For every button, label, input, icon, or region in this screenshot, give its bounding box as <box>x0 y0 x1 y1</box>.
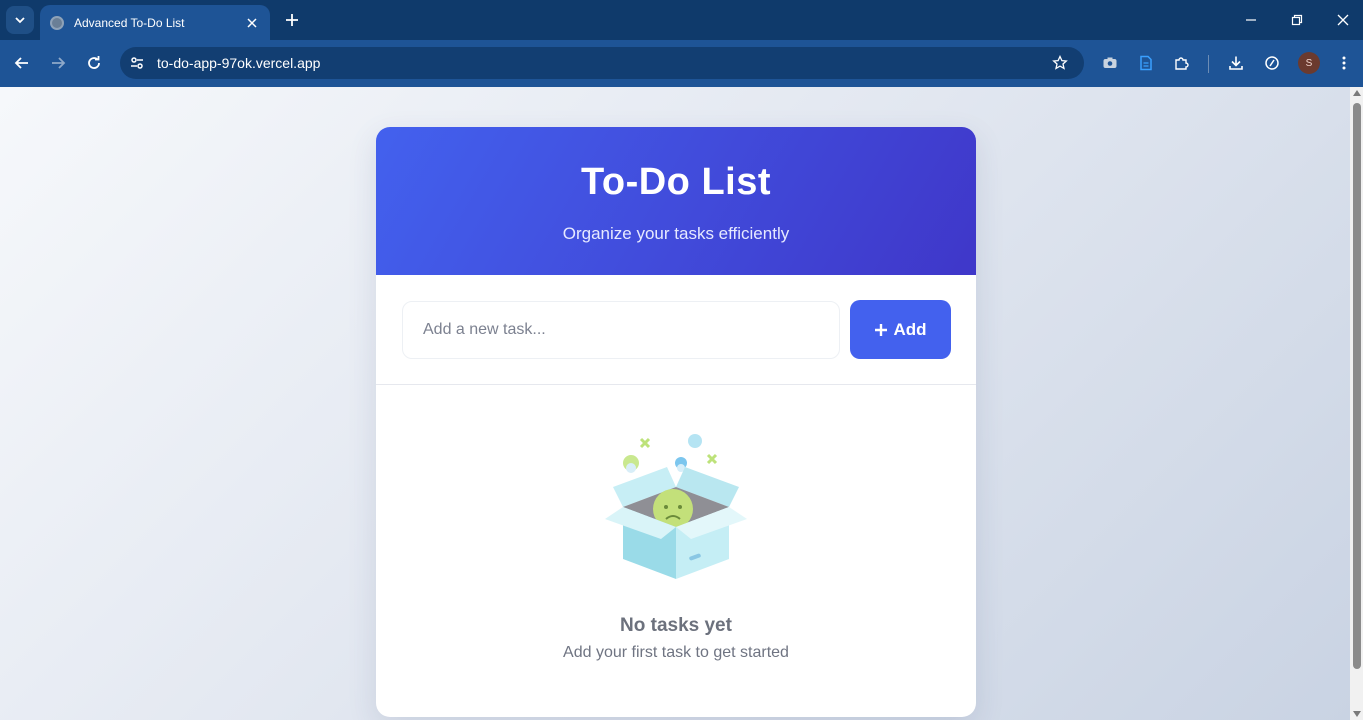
minimize-icon <box>1246 19 1256 21</box>
extensions-button[interactable] <box>1169 50 1195 76</box>
scroll-thumb[interactable] <box>1353 103 1361 669</box>
add-button-label: Add <box>893 319 927 339</box>
forward-button[interactable] <box>45 50 71 76</box>
todo-card: To-Do List Organize your tasks efficient… <box>376 127 976 717</box>
arrow-right-icon <box>52 57 66 69</box>
scroll-down-arrow[interactable] <box>1353 711 1361 717</box>
page-subtitle: Organize your tasks efficiently <box>562 224 790 243</box>
tune-icon <box>131 57 143 69</box>
empty-state-title: No tasks yet <box>620 615 732 636</box>
downloads-button[interactable] <box>1223 50 1249 76</box>
extension-camera-button[interactable] <box>1097 50 1123 76</box>
document-icon <box>1140 55 1152 71</box>
empty-box-illustration <box>605 434 747 579</box>
page-scrollbar[interactable] <box>1350 87 1363 720</box>
camera-icon <box>1103 57 1117 68</box>
restore-icon <box>1291 14 1303 26</box>
close-icon <box>1337 14 1349 26</box>
reload-button[interactable] <box>81 50 107 76</box>
more-vert-icon <box>1342 56 1346 70</box>
tab-title: Advanced To-Do List <box>74 15 185 30</box>
browser-menu-button[interactable] <box>1331 50 1357 76</box>
empty-state-text: Add your first task to get started <box>563 644 789 661</box>
minimize-button[interactable] <box>1236 6 1266 34</box>
add-task-button[interactable]: Add <box>850 300 951 359</box>
new-tab-button[interactable] <box>280 8 304 32</box>
empty-state: No tasks yet Add your first task to get … <box>376 385 976 715</box>
speedometer-icon <box>1265 56 1279 70</box>
back-button[interactable] <box>9 50 35 76</box>
restore-button[interactable] <box>1282 6 1312 34</box>
close-window-button[interactable] <box>1328 6 1358 34</box>
url-text[interactable]: to-do-app-97ok.vercel.app <box>157 55 1046 71</box>
bookmark-button[interactable] <box>1046 49 1074 77</box>
browser-toolbar: to-do-app-97ok.vercel.app S <box>0 40 1363 87</box>
task-input-row: Add <box>376 275 976 385</box>
close-icon <box>247 17 257 28</box>
arrow-left-icon <box>14 57 28 69</box>
plus-icon <box>286 14 298 26</box>
scroll-up-arrow[interactable] <box>1353 90 1361 96</box>
plus-icon <box>875 323 888 336</box>
tab-strip: Advanced To-Do List <box>0 0 1363 40</box>
browser-tab-active[interactable]: Advanced To-Do List <box>40 5 270 40</box>
reload-icon <box>88 56 100 69</box>
page-viewport: To-Do List Organize your tasks efficient… <box>0 87 1350 720</box>
download-icon <box>1229 56 1243 70</box>
tab-search-button[interactable] <box>6 6 34 34</box>
tab-close-button[interactable] <box>244 15 260 31</box>
performance-button[interactable] <box>1259 50 1285 76</box>
address-bar[interactable]: to-do-app-97ok.vercel.app <box>120 47 1084 79</box>
profile-avatar[interactable]: S <box>1298 52 1320 74</box>
globe-icon <box>50 15 64 30</box>
chevron-down-icon <box>15 17 25 24</box>
site-info-button[interactable] <box>122 49 152 77</box>
toolbar-divider <box>1208 55 1209 73</box>
page-title: To-Do List <box>580 161 772 203</box>
task-input[interactable] <box>402 301 840 359</box>
extension-document-button[interactable] <box>1133 50 1159 76</box>
card-header: To-Do List Organize your tasks efficient… <box>376 127 976 275</box>
puzzle-icon <box>1175 57 1189 70</box>
star-icon <box>1052 55 1068 70</box>
